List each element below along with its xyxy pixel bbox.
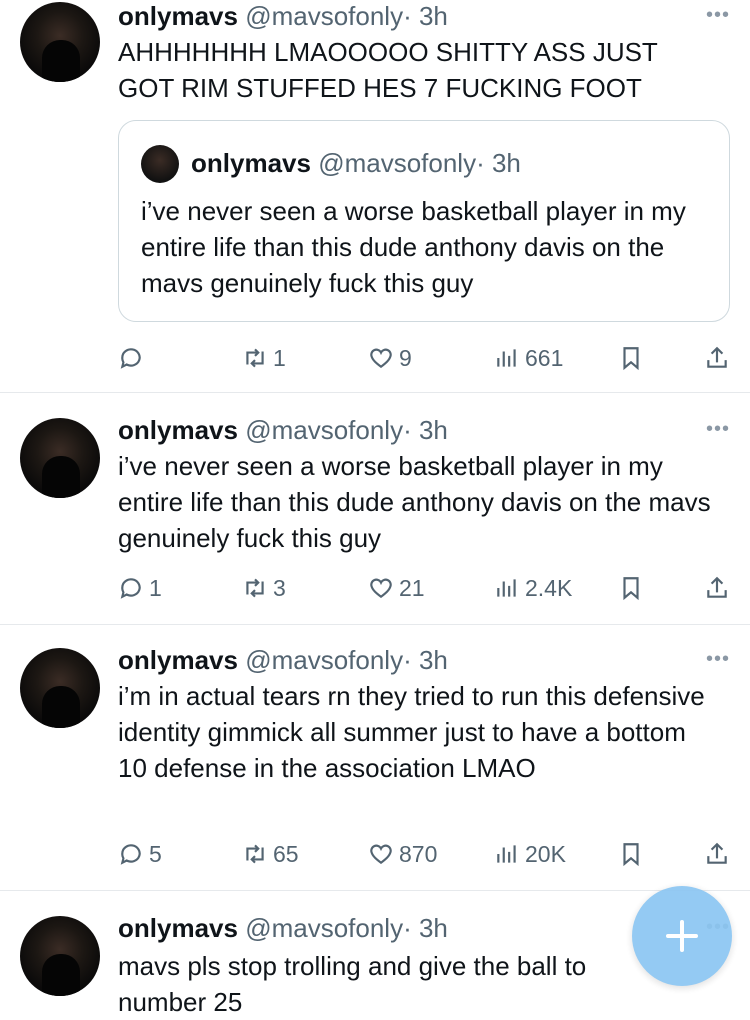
bookmark-icon (623, 347, 639, 371)
views-count: 661 (525, 344, 564, 371)
bookmark-icon (623, 577, 639, 601)
retweet-button[interactable]: 1 (242, 340, 286, 376)
author-handle[interactable]: @mavsofonly (245, 415, 403, 445)
views-button[interactable]: 20K (494, 836, 566, 872)
compose-button[interactable] (632, 886, 732, 986)
like-icon (370, 578, 392, 598)
retweet-icon (246, 578, 264, 598)
like-icon (370, 844, 392, 864)
more-icon[interactable]: ••• (706, 648, 730, 671)
share-button[interactable] (704, 340, 730, 376)
share-button[interactable] (704, 836, 730, 872)
retweet-button[interactable]: 3 (242, 570, 286, 606)
action-bar: 1 3 21 2.4K (0, 570, 750, 606)
tweet-header: onlymavs @mavsofonly· 3h (118, 912, 448, 944)
quote-text: i’ve never seen a worse basketball playe… (141, 196, 686, 298)
bookmark-button[interactable] (618, 836, 644, 872)
author-name[interactable]: onlymavs (118, 645, 238, 675)
author-name[interactable]: onlymavs (118, 913, 238, 943)
retweet-icon (246, 844, 264, 864)
quote-timestamp: · 3h (476, 148, 521, 178)
tweet-text: i’m in actual tears rn they tried to run… (118, 681, 705, 783)
compose-icon (666, 920, 698, 952)
views-icon (497, 579, 516, 597)
reply-icon (120, 844, 141, 865)
action-bar: 1 9 661 (0, 340, 750, 376)
quoted-tweet[interactable]: onlymavs @mavsofonly· 3h i’ve never seen… (118, 120, 730, 322)
avatar[interactable] (20, 648, 100, 728)
quote-author-handle: @mavsofonly (318, 148, 477, 178)
share-icon (707, 842, 727, 864)
tweet-text: mavs pls stop trolling and give the ball… (118, 951, 587, 1017)
tweet-header: onlymavs @mavsofonly· 3h (118, 644, 448, 676)
reply-count: 1 (149, 574, 162, 601)
avatar[interactable] (20, 2, 100, 82)
reply-button[interactable] (118, 340, 149, 376)
timestamp[interactable]: · 3h (403, 645, 448, 675)
reply-button[interactable]: 5 (118, 836, 162, 872)
quote-avatar (141, 145, 179, 183)
retweet-count: 3 (273, 574, 286, 601)
tweet-header: onlymavs @mavsofonly· 3h (118, 0, 448, 32)
reply-count: 5 (149, 840, 162, 867)
bookmark-button[interactable] (618, 570, 644, 606)
tweet[interactable]: onlymavs @mavsofonly· 3h ••• i’ve never … (0, 392, 750, 625)
timestamp[interactable]: · 3h (403, 1, 448, 31)
tweet[interactable]: onlymavs @mavsofonly· 3h ••• i’m in actu… (0, 624, 750, 891)
share-icon (707, 576, 727, 598)
views-icon (497, 349, 516, 367)
author-name[interactable]: onlymavs (118, 1, 238, 31)
avatar[interactable] (20, 916, 100, 996)
bookmark-icon (623, 843, 639, 867)
like-icon (370, 348, 392, 368)
like-button[interactable]: 870 (368, 836, 437, 872)
author-handle[interactable]: @mavsofonly (245, 913, 403, 943)
tweet-header: onlymavs @mavsofonly· 3h (118, 414, 448, 446)
author-name[interactable]: onlymavs (118, 415, 238, 445)
tweet-text: i’ve never seen a worse basketball playe… (118, 451, 711, 553)
author-handle[interactable]: @mavsofonly (245, 645, 403, 675)
tweet-text: AHHHHHHH LMAOOOOO SHITTY ASS JUST GOT RI… (118, 37, 658, 103)
views-count: 20K (525, 840, 566, 867)
like-count: 870 (399, 840, 438, 867)
timestamp[interactable]: · 3h (403, 415, 448, 445)
author-handle[interactable]: @mavsofonly (245, 1, 403, 31)
tweet[interactable]: onlymavs @mavsofonly· 3h ••• AHHHHHHH LM… (0, 0, 750, 393)
reply-button[interactable]: 1 (118, 570, 162, 606)
views-button[interactable]: 661 (494, 340, 563, 376)
timestamp[interactable]: · 3h (403, 913, 448, 943)
views-count: 2.4K (525, 574, 573, 601)
like-button[interactable]: 21 (368, 570, 425, 606)
more-icon[interactable]: ••• (706, 4, 730, 27)
bookmark-button[interactable] (618, 340, 644, 376)
retweet-count: 1 (273, 344, 286, 371)
reply-icon (120, 348, 141, 369)
quote-header: onlymavs @mavsofonly· 3h (191, 147, 521, 179)
like-button[interactable]: 9 (368, 340, 412, 376)
action-bar: 5 65 870 20K (0, 836, 750, 872)
avatar[interactable] (20, 418, 100, 498)
share-button[interactable] (704, 570, 730, 606)
retweet-icon (246, 348, 264, 368)
like-count: 9 (399, 344, 412, 371)
retweet-button[interactable]: 65 (242, 836, 299, 872)
like-count: 21 (399, 574, 425, 601)
reply-icon (120, 578, 141, 599)
views-icon (497, 845, 516, 863)
quote-author-name: onlymavs (191, 148, 311, 178)
share-icon (707, 346, 727, 368)
retweet-count: 65 (273, 840, 299, 867)
more-icon[interactable]: ••• (706, 418, 730, 441)
views-button[interactable]: 2.4K (494, 570, 572, 606)
